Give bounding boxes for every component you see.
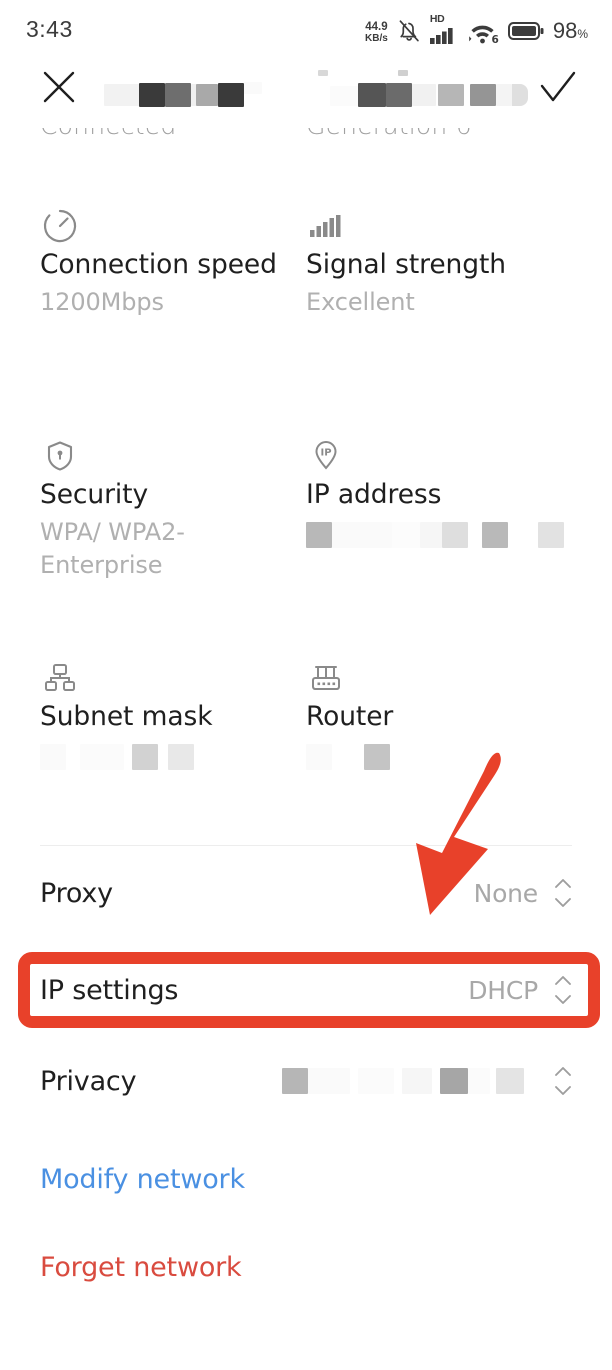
info-card-security: Security WPA/ WPA2-Enterprise — [40, 435, 306, 582]
forget-network-link[interactable]: Forget network — [40, 1252, 242, 1283]
setting-row-value-redacted — [282, 1068, 540, 1094]
info-card-title: IP address — [306, 479, 442, 510]
info-card-connection-speed: Connection speed 1200Mbps — [40, 205, 306, 319]
setting-row-label: Privacy — [40, 1065, 137, 1097]
info-card-subnet-mask: Subnet mask — [40, 657, 306, 770]
info-card-title: Security — [40, 479, 149, 510]
shield-lock-icon — [40, 435, 306, 477]
stepper-icon[interactable] — [552, 1064, 574, 1098]
info-row: Security WPA/ WPA2-Enterprise IP IP addr… — [0, 435, 612, 657]
info-card-value-redacted — [306, 521, 572, 548]
info-row: Connection speed 1200Mbps Signal strengt… — [0, 205, 612, 435]
network-speed-indicator: 44.9 KB/s — [365, 20, 388, 44]
setting-row-privacy[interactable]: Privacy — [0, 1050, 612, 1112]
stepper-icon[interactable] — [552, 973, 574, 1007]
status-bar: 3:43 44.9 KB/s HD 6 98% — [0, 0, 612, 58]
bell-muted-icon — [399, 20, 419, 42]
setting-row-ip-settings[interactable]: IP settings DHCP — [0, 959, 612, 1021]
signal-bars-icon — [306, 205, 572, 247]
network-tree-icon — [40, 657, 306, 699]
info-card-signal-strength: Signal strength Excellent — [306, 205, 572, 319]
status-bar-indicators: 44.9 KB/s HD 6 98% — [365, 14, 588, 44]
info-card-title: Signal strength — [306, 249, 506, 280]
battery-icon — [507, 21, 544, 40]
speedometer-icon — [40, 205, 306, 247]
info-card-title: Router — [306, 701, 394, 732]
ip-pin-icon-label: IP — [320, 448, 331, 459]
info-card-value: WPA/ WPA2-Enterprise — [40, 517, 185, 579]
hd-label: HD — [429, 13, 445, 26]
wifi-6-icon: 6 — [467, 19, 499, 44]
ip-pin-icon: IP — [306, 435, 572, 477]
info-card-value-redacted — [40, 743, 306, 770]
wifi-generation-label: 6 — [491, 34, 498, 44]
clipped-status-label: Connected — [40, 128, 176, 140]
info-card-value: Excellent — [306, 287, 415, 316]
hd-signal-icon: HD — [429, 13, 458, 44]
setting-row-label: IP settings — [40, 974, 179, 1006]
battery-percent-label: 98% — [552, 17, 588, 43]
clipped-header-row: Connected Generation 6 — [0, 128, 612, 162]
wifi-details-screen: 3:43 44.9 KB/s HD 6 98% Connection speed… — [0, 0, 612, 1370]
setting-row-label: Proxy — [40, 877, 113, 909]
network-info-grid: Connection speed 1200Mbps Signal strengt… — [0, 205, 612, 827]
router-icon — [306, 657, 572, 699]
modify-network-link[interactable]: Modify network — [40, 1164, 245, 1195]
info-card-title: Connection speed — [40, 249, 277, 280]
info-card-value: 1200Mbps — [40, 287, 164, 316]
setting-row-value: DHCP — [468, 975, 538, 1005]
info-card-title: Subnet mask — [40, 701, 213, 732]
network-speed-unit: KB/s — [365, 32, 388, 44]
stepper-icon[interactable] — [552, 876, 574, 910]
status-bar-clock: 3:43 — [26, 15, 73, 42]
arrow-annotation — [396, 745, 536, 925]
top-action-bar — [0, 62, 612, 120]
network-speed-value: 44.9 — [365, 20, 388, 33]
clipped-generation-label: Generation 6 — [306, 128, 472, 140]
network-name-redacted — [0, 62, 612, 120]
info-card-ip-address: IP IP address — [306, 435, 572, 548]
